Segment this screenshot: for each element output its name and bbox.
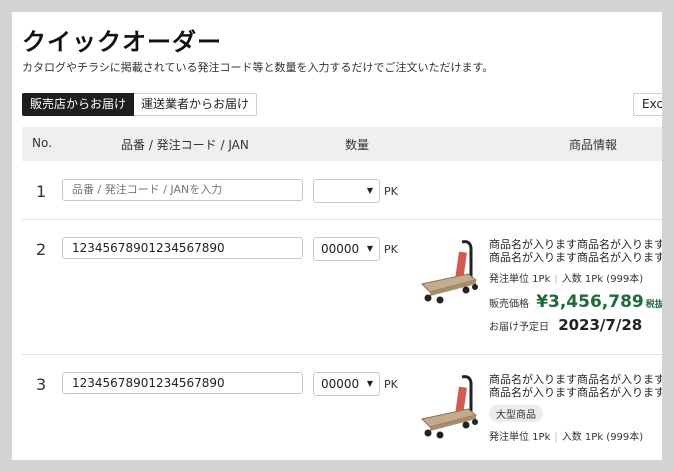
table-row: 1 ▼ PK bbox=[22, 162, 662, 220]
pack-quantity: 入数 1Pk (999本) bbox=[561, 432, 644, 443]
price-row: 販売価格 ¥3,456,789 税抜 bbox=[489, 292, 662, 312]
unit-label: PK bbox=[384, 185, 398, 198]
price-value: ¥3,456,789 bbox=[536, 292, 644, 312]
product-name[interactable]: 商品名が入ります商品名が入ります bbox=[489, 238, 662, 251]
delivery-date: 2023/7/28 bbox=[558, 316, 643, 334]
quantity-value: 00000 bbox=[321, 377, 360, 391]
code-input[interactable] bbox=[62, 372, 303, 394]
tab-carrier-delivery[interactable]: 運送業者からお届け bbox=[134, 93, 258, 116]
caret-down-icon: ▼ bbox=[366, 244, 373, 253]
quick-order-page: クイックオーダー カタログやチラシに掲載されている発注コード等と数量を入力するだ… bbox=[12, 12, 662, 460]
code-input[interactable] bbox=[62, 179, 303, 201]
row-number: 2 bbox=[36, 240, 47, 259]
order-unit: 発注単位 1Pk bbox=[489, 274, 551, 285]
page-subtitle: カタログやチラシに掲載されている発注コード等と数量を入力するだけでご注文いただけ… bbox=[22, 61, 494, 74]
header-info: 商品情報 bbox=[569, 138, 618, 152]
product-info: 商品名が入ります商品名が入ります 商品名が入ります商品名が入ります 大型商品 発… bbox=[489, 373, 662, 443]
pack-quantity: 入数 1Pk (999本) bbox=[561, 274, 644, 285]
row-number: 1 bbox=[36, 182, 47, 201]
delivery-label: お届け予定日 bbox=[489, 322, 549, 333]
quantity-select[interactable]: ▼ bbox=[313, 179, 380, 203]
large-item-badge: 大型商品 bbox=[489, 405, 543, 422]
tab-dealer-delivery[interactable]: 販売店からお届け bbox=[22, 93, 135, 116]
order-unit: 発注単位 1Pk bbox=[489, 432, 551, 443]
delivery-row: お届け予定日 2023/7/28 bbox=[489, 316, 662, 334]
table-header: No. 品番 / 発注コード / JAN 数量 商品情報 bbox=[22, 127, 662, 161]
header-code: 品番 / 発注コード / JAN bbox=[121, 138, 249, 152]
product-name[interactable]: 商品名が入ります商品名が入ります bbox=[489, 386, 662, 399]
product-meta: 発注単位 1Pk | 入数 1Pk (999本) bbox=[489, 432, 644, 443]
quantity-select[interactable]: 00000 ▼ bbox=[313, 237, 380, 261]
price-label: 販売価格 bbox=[489, 299, 529, 310]
product-meta: 発注単位 1Pk | 入数 1Pk (999本) bbox=[489, 274, 644, 285]
caret-down-icon: ▼ bbox=[366, 379, 373, 388]
code-input[interactable] bbox=[62, 237, 303, 259]
table-row: 3 00000 ▼ PK 商品名が入ります商品名が入ります 商品名が入ります商品… bbox=[22, 355, 662, 460]
unit-label: PK bbox=[384, 243, 398, 256]
header-no: No. bbox=[32, 136, 52, 150]
quantity-value: 00000 bbox=[321, 242, 360, 256]
excel-button[interactable]: Exc bbox=[633, 93, 662, 116]
header-qty: 数量 bbox=[345, 138, 370, 152]
hand-truck-cart-icon[interactable] bbox=[418, 238, 482, 308]
delivery-tabs: 販売店からお届け 運送業者からお届け bbox=[22, 93, 258, 116]
row-number: 3 bbox=[36, 375, 47, 394]
table-row: 2 00000 ▼ PK 商品名が入ります商品名が入ります 商品名が入ります商品… bbox=[22, 220, 662, 355]
product-name[interactable]: 商品名が入ります商品名が入ります bbox=[489, 251, 662, 264]
unit-label: PK bbox=[384, 378, 398, 391]
tax-note: 税抜 bbox=[645, 300, 662, 310]
product-info: 商品名が入ります商品名が入ります 商品名が入ります商品名が入ります 発注単位 1… bbox=[489, 238, 662, 334]
product-name[interactable]: 商品名が入ります商品名が入ります bbox=[489, 373, 662, 386]
page-title: クイックオーダー bbox=[22, 28, 222, 56]
hand-truck-cart-icon[interactable] bbox=[418, 373, 482, 443]
caret-down-icon: ▼ bbox=[366, 186, 373, 195]
quantity-select[interactable]: 00000 ▼ bbox=[313, 372, 380, 396]
